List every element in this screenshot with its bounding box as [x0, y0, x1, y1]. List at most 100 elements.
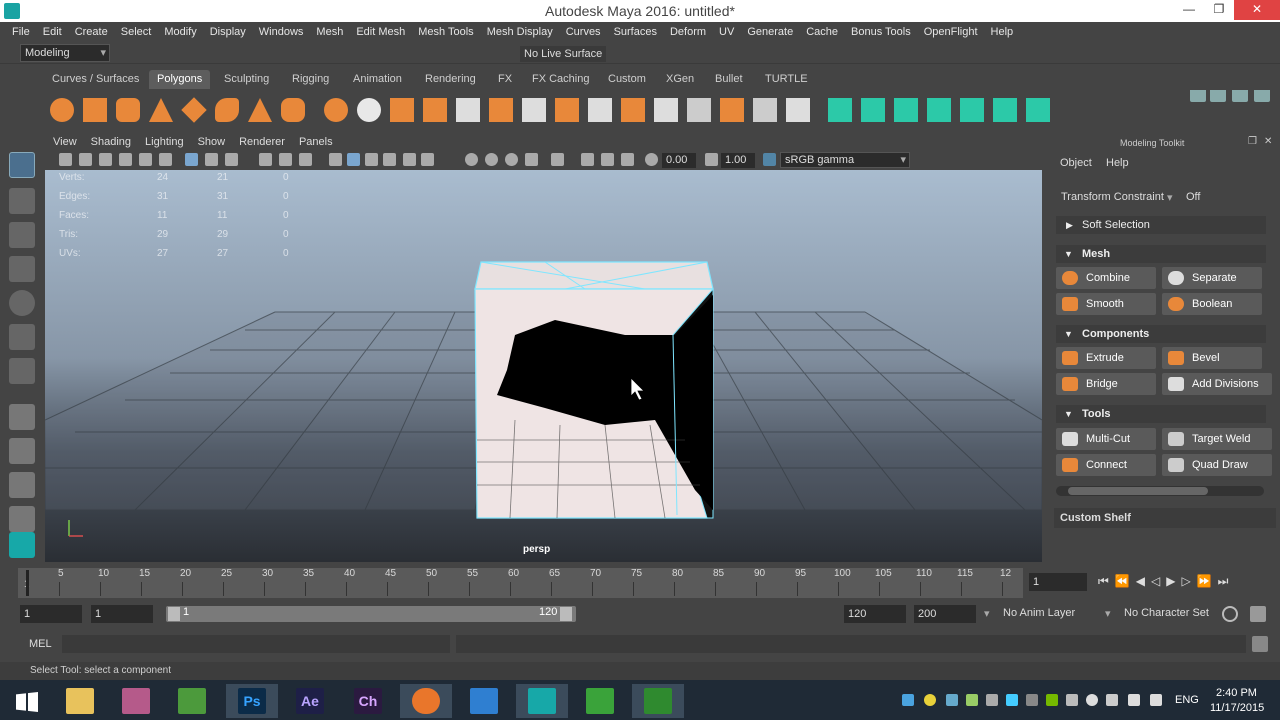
step-forward-key-icon[interactable]: ⏩: [1197, 574, 1218, 588]
minimize-button[interactable]: —: [1174, 0, 1204, 20]
chevron-down-icon[interactable]: ▾: [1167, 191, 1173, 204]
menu-display[interactable]: Display: [210, 26, 246, 38]
grease-pencil-icon[interactable]: [159, 153, 172, 166]
menu-mesh[interactable]: Mesh: [316, 26, 343, 38]
quad-draw-button[interactable]: Quad Draw: [1162, 454, 1272, 476]
menu-modify[interactable]: Modify: [164, 26, 196, 38]
poly-plane-icon[interactable]: [181, 97, 207, 123]
mesh-section-header[interactable]: ▼ Mesh: [1056, 245, 1266, 263]
add-divisions-button[interactable]: Add Divisions: [1162, 373, 1272, 395]
camera-attributes-icon[interactable]: [79, 153, 92, 166]
lasso-tool-icon[interactable]: [9, 188, 35, 214]
go-to-start-icon[interactable]: ⏮: [1098, 574, 1115, 588]
outliner-layout-icon[interactable]: [9, 506, 35, 532]
fill-hole-icon[interactable]: [621, 98, 645, 122]
taskbar-camtasia-recorder[interactable]: [632, 684, 684, 718]
automatic-map-icon[interactable]: [720, 98, 744, 122]
camera-select-icon[interactable]: [59, 153, 72, 166]
viewport-scene[interactable]: [45, 170, 1042, 562]
tab-rendering[interactable]: Rendering: [417, 70, 484, 89]
vp-menu-lighting[interactable]: Lighting: [145, 136, 184, 148]
poly-cone-icon[interactable]: [149, 98, 173, 122]
resolution-gate-icon[interactable]: [225, 153, 238, 166]
screen-space-ao-icon[interactable]: [465, 153, 478, 166]
chevron-down-icon[interactable]: ▾: [1105, 607, 1111, 620]
separate-button[interactable]: Separate: [1162, 267, 1262, 289]
script-editor-icon[interactable]: [1252, 636, 1268, 652]
play-forwards-icon[interactable]: ▶: [1166, 574, 1181, 588]
tray-app-icon[interactable]: [966, 694, 978, 706]
command-input[interactable]: [62, 635, 450, 653]
menu-cache[interactable]: Cache: [806, 26, 838, 38]
last-tool-icon[interactable]: [9, 358, 35, 384]
field-chart-icon[interactable]: [279, 153, 292, 166]
taskbar-character-animator[interactable]: Ch: [342, 684, 394, 718]
scale-tool-icon[interactable]: [9, 324, 35, 350]
multisample-aa-icon[interactable]: [505, 153, 518, 166]
scrollbar-thumb[interactable]: [1068, 487, 1208, 495]
poly-sphere-icon[interactable]: [50, 98, 74, 122]
exposure-field[interactable]: 0.00: [662, 153, 696, 168]
boolean-button[interactable]: Boolean: [1162, 293, 1262, 315]
menu-deform[interactable]: Deform: [670, 26, 706, 38]
pinch-brush-icon[interactable]: [960, 98, 984, 122]
depth-of-field-icon[interactable]: [525, 153, 538, 166]
colorspace-dropdown[interactable]: sRGB gamma: [780, 152, 910, 168]
smooth-icon[interactable]: [423, 98, 447, 122]
taskbar-mail[interactable]: [458, 684, 510, 718]
smooth-shade-icon[interactable]: [347, 153, 360, 166]
range-end-handle[interactable]: [560, 607, 572, 621]
multi-cut-button[interactable]: Multi-Cut: [1056, 428, 1156, 450]
shadows-icon[interactable]: [421, 153, 434, 166]
perspective-viewport[interactable]: Verts: 24 21 0 Edges: 31 31 0 Faces: 11 …: [45, 170, 1042, 562]
chevron-down-icon[interactable]: ▾: [984, 607, 990, 620]
tab-curves-surfaces[interactable]: Curves / Surfaces: [44, 70, 147, 89]
smooth-button[interactable]: Smooth: [1056, 293, 1156, 315]
tray-app-icon[interactable]: [986, 694, 998, 706]
time-slider[interactable]: 1 5 10 15 20 25 30 35 40 45 50 55 60 65 …: [18, 568, 1023, 598]
step-forward-frame-icon[interactable]: ▷: [1181, 574, 1196, 588]
extrude-button[interactable]: Extrude: [1056, 347, 1156, 369]
menu-create[interactable]: Create: [75, 26, 108, 38]
input-language[interactable]: ENG: [1175, 694, 1199, 706]
bridge-button[interactable]: Bridge: [1056, 373, 1156, 395]
extract-icon[interactable]: [390, 98, 414, 122]
motion-blur-icon[interactable]: [485, 153, 498, 166]
toolkit-menu-help[interactable]: Help: [1106, 157, 1129, 169]
clock-time[interactable]: 2:40 PM: [1216, 687, 1257, 699]
bevel-icon[interactable]: [555, 98, 579, 122]
animation-start-field[interactable]: 1: [20, 605, 82, 623]
toolkit-horizontal-scrollbar[interactable]: [1056, 486, 1264, 496]
character-set-dropdown[interactable]: No Character Set: [1124, 607, 1209, 619]
gamma-field[interactable]: 1.00: [721, 153, 755, 168]
menu-bonus-tools[interactable]: Bonus Tools: [851, 26, 911, 38]
combine-icon[interactable]: [324, 98, 348, 122]
taskbar-after-effects[interactable]: Ae: [284, 684, 336, 718]
menuset-dropdown[interactable]: Modeling: [20, 44, 110, 62]
poly-mesh-object[interactable]: [474, 261, 714, 519]
menu-surfaces[interactable]: Surfaces: [614, 26, 657, 38]
taskbar-firefox[interactable]: [400, 684, 452, 718]
tab-custom[interactable]: Custom: [600, 70, 654, 89]
step-back-key-icon[interactable]: ⏪: [1115, 574, 1136, 588]
clock-date[interactable]: 11/17/2015: [1210, 702, 1264, 714]
playback-end-field[interactable]: 120: [844, 605, 906, 623]
tray-app-icon[interactable]: [1026, 694, 1038, 706]
grid-toggle-icon[interactable]: [185, 153, 198, 166]
components-section-header[interactable]: ▼ Components: [1056, 325, 1266, 343]
menu-mesh-tools[interactable]: Mesh Tools: [418, 26, 473, 38]
taskbar-photoshop[interactable]: Ps: [226, 684, 278, 718]
maya-home-icon[interactable]: [9, 532, 35, 558]
taskbar-camera-app[interactable]: [166, 684, 218, 718]
menu-file[interactable]: File: [12, 26, 30, 38]
tray-app-icon[interactable]: [946, 694, 958, 706]
current-frame-field[interactable]: 1: [1029, 573, 1087, 591]
tab-fx[interactable]: FX: [490, 70, 520, 89]
color-management-icon[interactable]: [763, 153, 776, 166]
vp-menu-view[interactable]: View: [53, 136, 77, 148]
taskbar-paint-app[interactable]: [110, 684, 162, 718]
planar-map-icon[interactable]: [687, 98, 711, 122]
merge-icon[interactable]: [588, 98, 612, 122]
two-d-pan-icon[interactable]: [139, 153, 152, 166]
current-time-indicator[interactable]: [26, 570, 29, 596]
